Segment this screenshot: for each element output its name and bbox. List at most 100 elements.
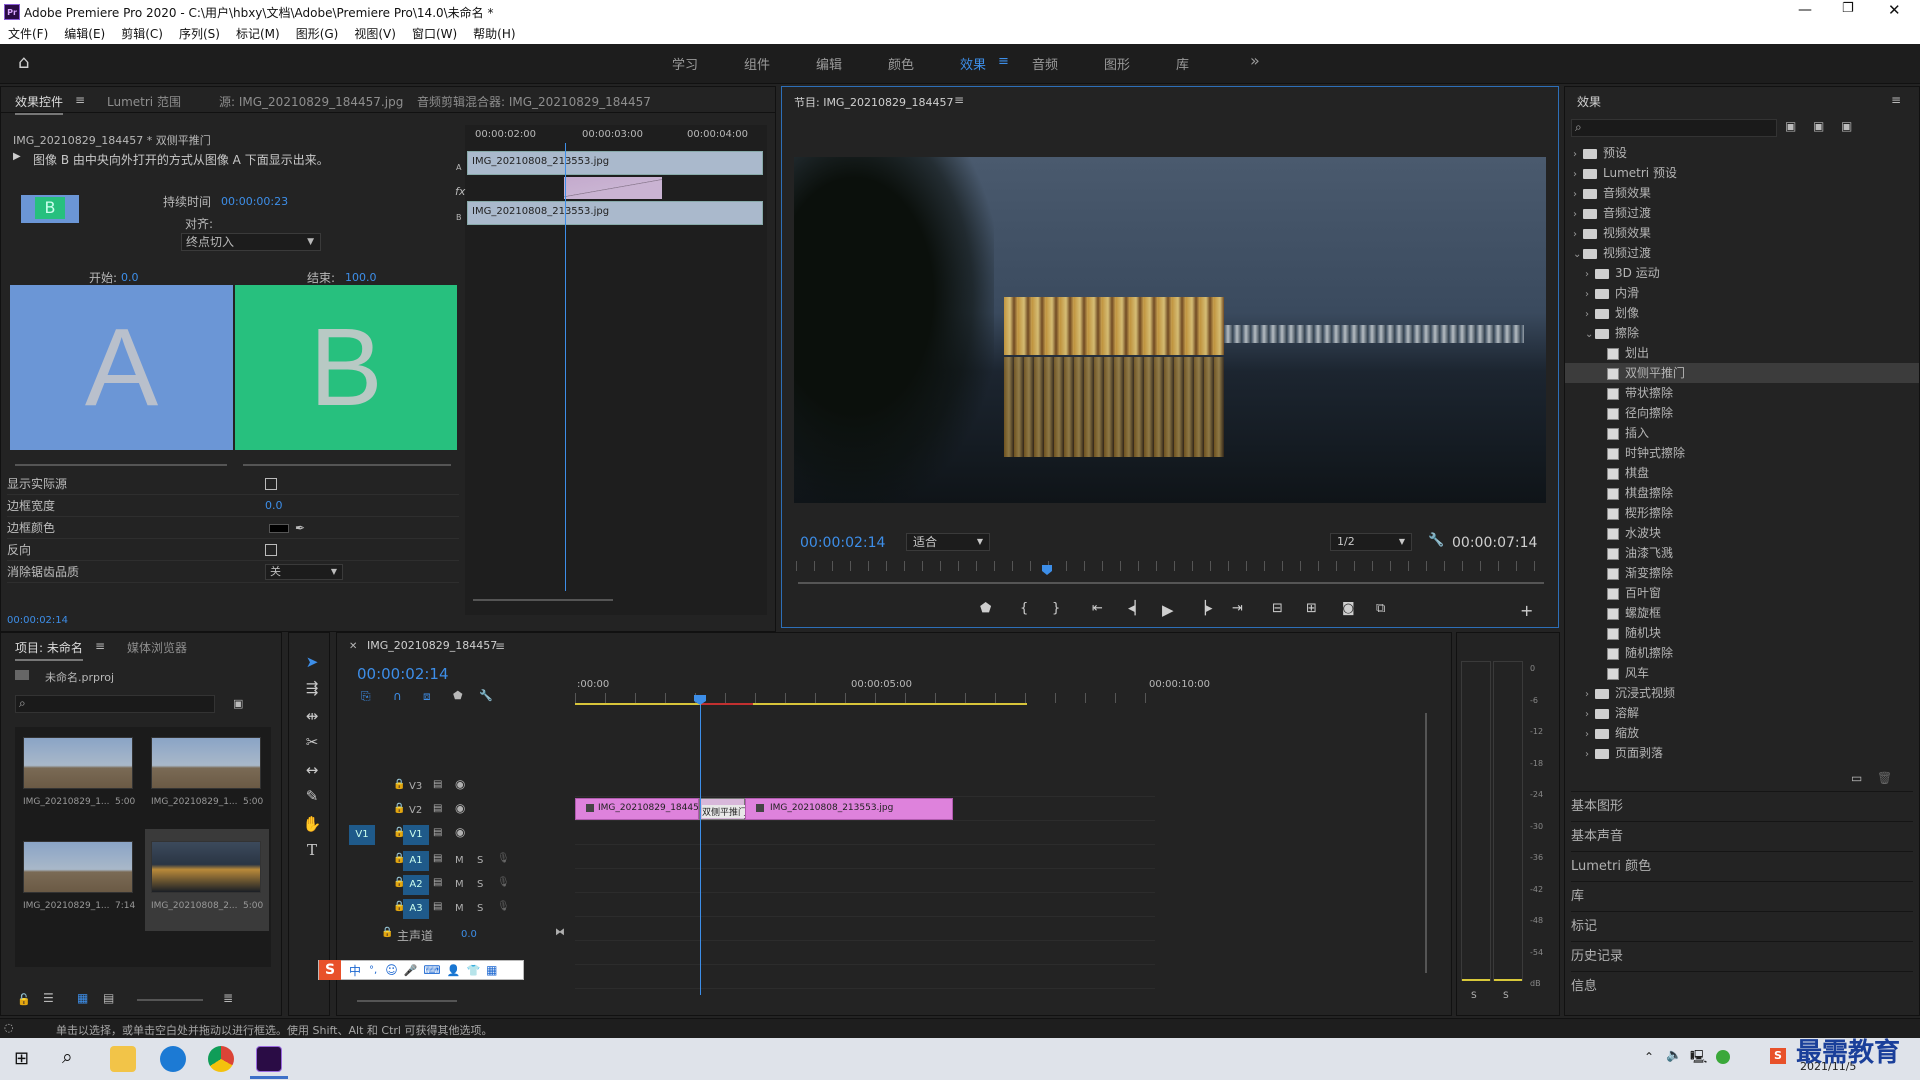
program-ruler[interactable] xyxy=(796,561,1548,571)
ime-skin-icon[interactable]: 👕 xyxy=(466,964,480,977)
mic-icon[interactable]: 🎙 xyxy=(497,901,510,912)
lock-icon[interactable]: 🔓 xyxy=(17,993,31,1006)
eye-icon[interactable]: ◉ xyxy=(455,801,465,815)
track-sync-icon[interactable]: ▤ xyxy=(433,901,442,912)
start-slider[interactable] xyxy=(15,464,227,466)
button-editor-plus-icon[interactable]: + xyxy=(1520,601,1533,620)
hand-tool-icon[interactable]: ✋ xyxy=(299,812,325,836)
project-thumb-1[interactable] xyxy=(23,737,133,789)
effects-tree-item[interactable]: › 页面剥落 xyxy=(1565,743,1919,763)
mute-button[interactable]: M xyxy=(455,903,464,914)
export-frame-camera-icon[interactable]: ◙ xyxy=(1342,601,1355,616)
menu-marker[interactable]: 标记(M) xyxy=(228,24,288,44)
solo-button[interactable]: S xyxy=(477,903,483,914)
effects-search-input[interactable]: ⌕ xyxy=(1571,119,1777,137)
master-volume-value[interactable]: 0.0 xyxy=(461,929,477,940)
antialias-select[interactable]: 关 ▼ xyxy=(265,564,343,580)
fit-select[interactable]: 适合 ▼ xyxy=(906,533,990,551)
step-forward-button[interactable]: ▕▸ xyxy=(1196,601,1213,616)
effects-tree-item[interactable]: › 缩放 xyxy=(1565,723,1919,743)
section-info[interactable]: 信息 xyxy=(1571,971,1913,1001)
solo-button[interactable]: S xyxy=(477,855,483,866)
menu-clip[interactable]: 剪辑(C) xyxy=(113,24,171,44)
tray-ime-icon[interactable]: S xyxy=(1770,1048,1786,1064)
slip-tool-icon[interactable]: ↔ xyxy=(299,758,325,782)
effects-tree-item[interactable]: › 沉浸式视频 xyxy=(1565,683,1919,703)
mute-button[interactable]: M xyxy=(455,855,464,866)
timeline-clip-2[interactable]: IMG_20210808_213553.jpg xyxy=(745,798,953,820)
program-playhead[interactable] xyxy=(1042,565,1052,575)
ec-end-value[interactable]: 100.0 xyxy=(345,271,377,284)
effects-tree-item[interactable]: › 内滑 xyxy=(1565,283,1919,303)
menu-help[interactable]: 帮助(H) xyxy=(465,24,523,44)
effects-tree-item[interactable]: › 音频效果 xyxy=(1565,183,1919,203)
linked-selection-icon[interactable]: ⧈ xyxy=(423,689,431,704)
mini-playhead[interactable] xyxy=(565,143,566,591)
quality-select[interactable]: 1/2 ▼ xyxy=(1330,533,1412,551)
close-button[interactable]: ✕ xyxy=(1888,1,1901,19)
go-to-out-button[interactable]: ⇥ xyxy=(1232,601,1243,616)
effects-tree-item[interactable]: › Lumetri 预设 xyxy=(1565,163,1919,183)
border-color-swatch[interactable] xyxy=(269,524,289,533)
file-explorer-icon[interactable] xyxy=(110,1046,136,1072)
show-source-checkbox[interactable] xyxy=(265,478,277,490)
snap-magnet-icon[interactable]: ∩ xyxy=(393,689,402,703)
type-tool-icon[interactable]: T xyxy=(299,838,325,862)
menu-edit[interactable]: 编辑(E) xyxy=(56,24,113,44)
effects-tree-item[interactable]: › 视频效果 xyxy=(1565,223,1919,243)
effects-tree-item[interactable]: 楔形擦除 xyxy=(1565,503,1919,523)
reverse-checkbox[interactable] xyxy=(265,544,277,556)
mute-button[interactable]: M xyxy=(455,879,464,890)
program-timecode[interactable]: 00:00:02:14 xyxy=(800,535,885,551)
effects-tree-item[interactable]: 棋盘擦除 xyxy=(1565,483,1919,503)
ec-align-select[interactable]: 终点切入 ▼ xyxy=(181,233,321,251)
ws-tab-color[interactable]: 颜色 xyxy=(888,54,914,73)
track-sync-icon[interactable]: ▤ xyxy=(433,803,442,814)
end-slider[interactable] xyxy=(243,464,451,466)
mark-out-button[interactable]: } xyxy=(1052,601,1060,616)
solo-button[interactable]: S xyxy=(477,879,483,890)
menu-view[interactable]: 视图(V) xyxy=(346,24,404,44)
tray-up-chevron-icon[interactable]: ⌃ xyxy=(1644,1050,1654,1064)
program-scrollbar[interactable] xyxy=(798,582,1544,584)
windows-start-icon[interactable]: ⊞ xyxy=(14,1048,29,1069)
ws-tab-graphics[interactable]: 图形 xyxy=(1104,54,1130,73)
timeline-timecode[interactable]: 00:00:02:14 xyxy=(357,665,449,683)
effects-tree-item[interactable]: ⌄ 擦除 xyxy=(1565,323,1919,343)
ec-start-value[interactable]: 0.0 xyxy=(121,271,139,284)
yuv-effects-icon[interactable]: ▣ xyxy=(1841,119,1852,133)
chevron-right-icon[interactable]: › xyxy=(1585,685,1595,705)
chevron-right-icon[interactable]: › xyxy=(1573,145,1583,165)
section-libraries[interactable]: 库 xyxy=(1571,881,1913,911)
mark-in-button[interactable]: { xyxy=(1020,601,1028,616)
chevron-right-icon[interactable]: › xyxy=(1573,165,1583,185)
effects-tree-item[interactable]: 时钟式擦除 xyxy=(1565,443,1919,463)
ws-tab-assembly[interactable]: 组件 xyxy=(744,54,770,73)
chevron-right-icon[interactable]: › xyxy=(1585,705,1595,725)
effects-tree-item[interactable]: 径向擦除 xyxy=(1565,403,1919,423)
menu-graphics[interactable]: 图形(G) xyxy=(288,24,347,44)
restore-button[interactable]: ❐ xyxy=(1842,1,1854,16)
ime-punct-item[interactable]: °, xyxy=(369,965,377,976)
timeline-scrollbar[interactable] xyxy=(357,1000,457,1002)
ws-menu-icon[interactable]: ≡ xyxy=(998,54,1009,69)
chevron-right-icon[interactable]: › xyxy=(1585,265,1595,285)
play-button[interactable]: ▶ xyxy=(1162,601,1174,619)
list-view-icon[interactable]: ☰ xyxy=(43,991,54,1005)
timeline-sequence-tab[interactable]: IMG_20210829_184457 xyxy=(367,639,497,652)
timeline-vscroll[interactable] xyxy=(1425,713,1427,973)
chevron-right-icon[interactable]: › xyxy=(1585,725,1595,745)
ws-tab-audio[interactable]: 音频 xyxy=(1032,54,1058,73)
eye-icon[interactable]: ◉ xyxy=(455,825,465,839)
ws-more-button[interactable]: » xyxy=(1250,51,1260,70)
pen-tool-icon[interactable]: ✎ xyxy=(299,784,325,808)
ws-tab-editing[interactable]: 编辑 xyxy=(816,54,842,73)
tray-network-icon[interactable]: 🖳 xyxy=(1690,1048,1707,1070)
eye-icon[interactable]: ◉ xyxy=(455,777,465,791)
timeline-ruler[interactable] xyxy=(575,693,1165,703)
track-lock-icon[interactable]: 🔒 xyxy=(393,803,405,814)
mic-icon[interactable]: 🎙 xyxy=(497,853,510,864)
timeline-settings-wrench-icon[interactable]: 🔧 xyxy=(479,689,493,702)
nest-toggle-icon[interactable]: ⎘ xyxy=(361,689,371,704)
effects-tree-item[interactable]: 百叶窗 xyxy=(1565,583,1919,603)
